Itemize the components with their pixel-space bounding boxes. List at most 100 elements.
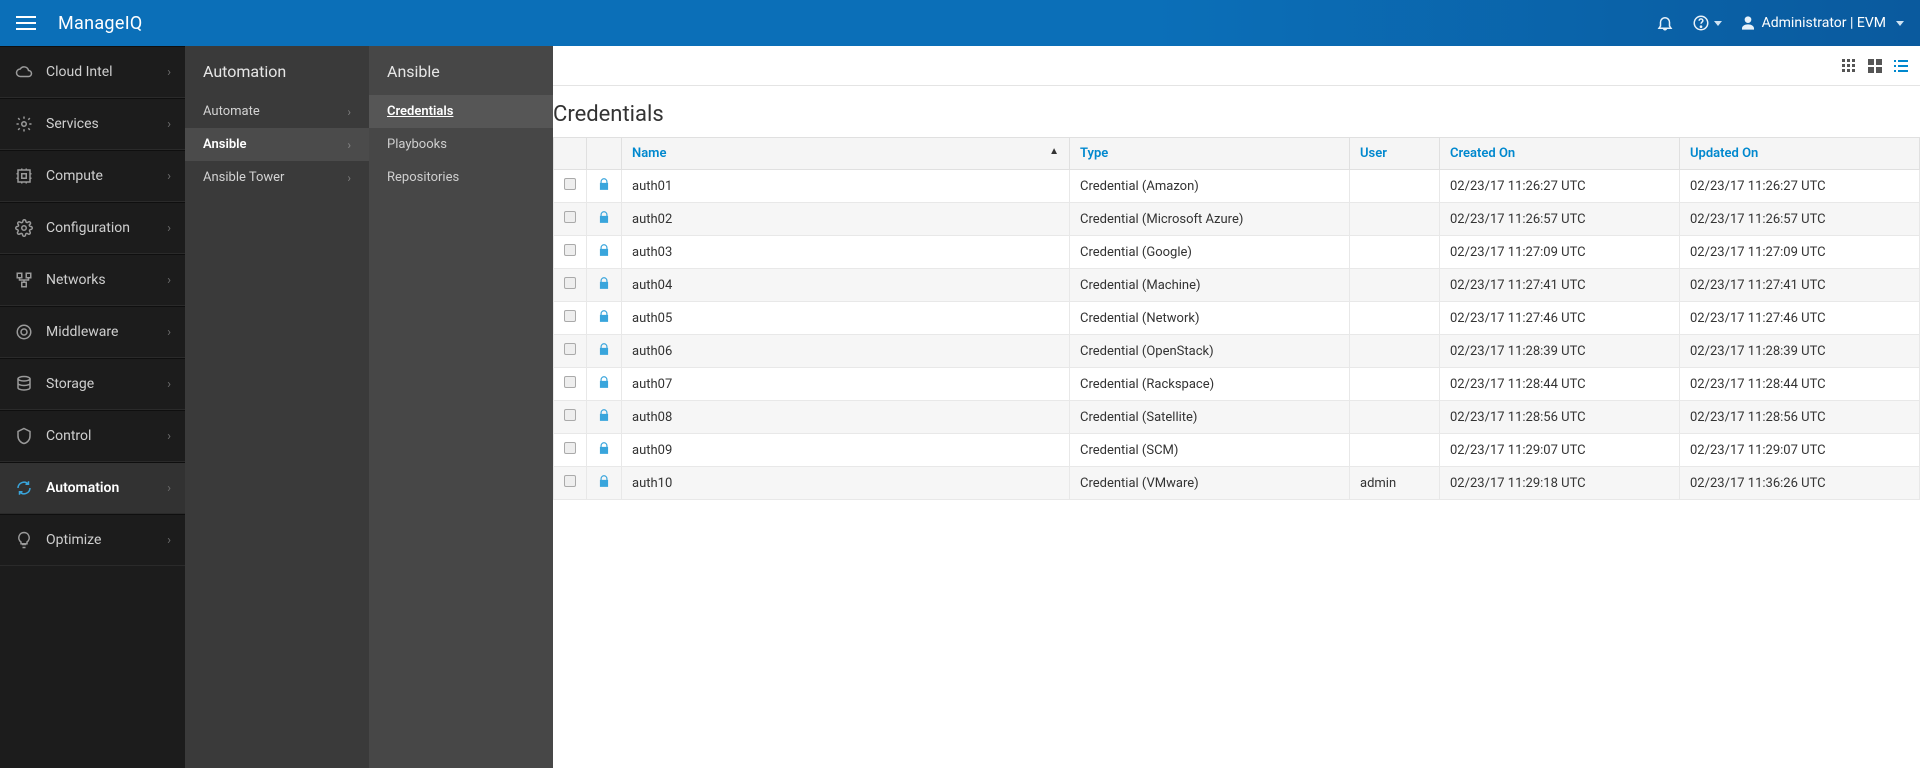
sidebar-item-networks[interactable]: Networks› bbox=[0, 254, 185, 306]
col-updated[interactable]: Updated On bbox=[1680, 138, 1920, 170]
cell-created: 02/23/17 11:28:39 UTC bbox=[1440, 335, 1680, 368]
row-checkbox[interactable] bbox=[564, 442, 576, 454]
chevron-right-icon: › bbox=[347, 138, 351, 152]
sidebar-item-optimize[interactable]: Optimize› bbox=[0, 514, 185, 566]
lock-icon bbox=[587, 203, 622, 236]
help-icon[interactable] bbox=[1692, 14, 1722, 32]
col-select-all[interactable] bbox=[554, 138, 587, 170]
sidebar-item-label: Optimize bbox=[46, 532, 167, 548]
col-name[interactable]: Name▲ bbox=[622, 138, 1070, 170]
table-row[interactable]: auth04Credential (Machine)02/23/17 11:27… bbox=[554, 269, 1920, 302]
col-type[interactable]: Type bbox=[1070, 138, 1350, 170]
table-row[interactable]: auth03Credential (Google)02/23/17 11:27:… bbox=[554, 236, 1920, 269]
cell-created: 02/23/17 11:26:27 UTC bbox=[1440, 170, 1680, 203]
col-user[interactable]: User bbox=[1350, 138, 1440, 170]
lock-icon bbox=[587, 335, 622, 368]
table-row[interactable]: auth01Credential (Amazon)02/23/17 11:26:… bbox=[554, 170, 1920, 203]
table-row[interactable]: auth07Credential (Rackspace)02/23/17 11:… bbox=[554, 368, 1920, 401]
sidebar-item-cloud-intel[interactable]: Cloud Intel› bbox=[0, 46, 185, 98]
lock-icon bbox=[587, 170, 622, 203]
chevron-right-icon: › bbox=[167, 325, 171, 340]
notifications-icon[interactable] bbox=[1656, 14, 1674, 32]
tertiary-item-label: Repositories bbox=[387, 170, 459, 185]
tertiary-item-credentials[interactable]: Credentials bbox=[369, 95, 553, 128]
table-row[interactable]: auth10Credential (VMware)admin02/23/17 1… bbox=[554, 467, 1920, 500]
row-checkbox[interactable] bbox=[564, 343, 576, 355]
sort-asc-icon: ▲ bbox=[1049, 146, 1059, 157]
view-grid-icon[interactable] bbox=[1840, 57, 1858, 75]
col-created[interactable]: Created On bbox=[1440, 138, 1680, 170]
sidebar-item-label: Control bbox=[46, 428, 167, 444]
toolbar bbox=[553, 46, 1920, 86]
cell-updated: 02/23/17 11:27:09 UTC bbox=[1680, 236, 1920, 269]
automation-icon bbox=[14, 478, 34, 498]
table-row[interactable]: auth02Credential (Microsoft Azure)02/23/… bbox=[554, 203, 1920, 236]
row-checkbox[interactable] bbox=[564, 376, 576, 388]
tertiary-title: Ansible bbox=[369, 46, 553, 95]
tertiary-item-label: Playbooks bbox=[387, 137, 447, 152]
lock-icon bbox=[587, 434, 622, 467]
sidebar-item-storage[interactable]: Storage› bbox=[0, 358, 185, 410]
sidebar-item-compute[interactable]: Compute› bbox=[0, 150, 185, 202]
sidebar-item-configuration[interactable]: Configuration› bbox=[0, 202, 185, 254]
cell-type: Credential (Google) bbox=[1070, 236, 1350, 269]
secondary-item-label: Ansible Tower bbox=[203, 170, 347, 185]
lock-icon bbox=[587, 302, 622, 335]
cell-user bbox=[1350, 434, 1440, 467]
menu-toggle[interactable] bbox=[16, 11, 40, 35]
lock-icon bbox=[587, 269, 622, 302]
cell-type: Credential (Rackspace) bbox=[1070, 368, 1350, 401]
row-checkbox[interactable] bbox=[564, 178, 576, 190]
lock-icon bbox=[587, 467, 622, 500]
tertiary-item-repositories[interactable]: Repositories bbox=[369, 161, 553, 194]
table-row[interactable]: auth06Credential (OpenStack)02/23/17 11:… bbox=[554, 335, 1920, 368]
row-checkbox[interactable] bbox=[564, 244, 576, 256]
cell-updated: 02/23/17 11:28:56 UTC bbox=[1680, 401, 1920, 434]
cell-user bbox=[1350, 335, 1440, 368]
sidebar-item-control[interactable]: Control› bbox=[0, 410, 185, 462]
tertiary-item-label: Credentials bbox=[387, 104, 453, 119]
row-checkbox[interactable] bbox=[564, 475, 576, 487]
brand-logo: ManageIQ bbox=[58, 13, 143, 34]
main-content: Credentials Name▲ Type User Created On U… bbox=[553, 46, 1920, 768]
tertiary-item-playbooks[interactable]: Playbooks bbox=[369, 128, 553, 161]
secondary-item-label: Ansible bbox=[203, 137, 347, 152]
chevron-right-icon: › bbox=[167, 377, 171, 392]
sidebar-item-automation[interactable]: Automation› bbox=[0, 462, 185, 514]
cell-name: auth05 bbox=[622, 302, 1070, 335]
sidebar-item-label: Services bbox=[46, 116, 167, 132]
chevron-right-icon: › bbox=[347, 105, 351, 119]
view-list-icon[interactable] bbox=[1892, 57, 1910, 75]
table-row[interactable]: auth09Credential (SCM)02/23/17 11:29:07 … bbox=[554, 434, 1920, 467]
secondary-title: Automation bbox=[185, 46, 369, 95]
secondary-item-label: Automate bbox=[203, 104, 347, 119]
user-menu[interactable]: Administrator | EVM bbox=[1740, 15, 1904, 31]
control-icon bbox=[14, 426, 34, 446]
cell-created: 02/23/17 11:28:44 UTC bbox=[1440, 368, 1680, 401]
storage-icon bbox=[14, 374, 34, 394]
table-row[interactable]: auth08Credential (Satellite)02/23/17 11:… bbox=[554, 401, 1920, 434]
row-checkbox[interactable] bbox=[564, 310, 576, 322]
view-tile-icon[interactable] bbox=[1866, 57, 1884, 75]
lock-icon bbox=[587, 401, 622, 434]
sidebar-item-label: Compute bbox=[46, 168, 167, 184]
sidebar-item-label: Storage bbox=[46, 376, 167, 392]
secondary-item-ansible-tower[interactable]: Ansible Tower› bbox=[185, 161, 369, 194]
row-checkbox[interactable] bbox=[564, 211, 576, 223]
cell-type: Credential (Microsoft Azure) bbox=[1070, 203, 1350, 236]
sidebar-secondary: Automation Automate›Ansible›Ansible Towe… bbox=[185, 46, 369, 768]
secondary-item-ansible[interactable]: Ansible› bbox=[185, 128, 369, 161]
chevron-right-icon: › bbox=[167, 429, 171, 444]
cell-user bbox=[1350, 170, 1440, 203]
sidebar-tertiary: Ansible Credentials Playbooks Repositories bbox=[369, 46, 553, 768]
cell-name: auth10 bbox=[622, 467, 1070, 500]
sidebar-item-middleware[interactable]: Middleware› bbox=[0, 306, 185, 358]
secondary-item-automate[interactable]: Automate› bbox=[185, 95, 369, 128]
row-checkbox[interactable] bbox=[564, 409, 576, 421]
row-checkbox[interactable] bbox=[564, 277, 576, 289]
table-row[interactable]: auth05Credential (Network)02/23/17 11:27… bbox=[554, 302, 1920, 335]
cell-type: Credential (SCM) bbox=[1070, 434, 1350, 467]
cloud-intel-icon bbox=[14, 62, 34, 82]
sidebar-item-services[interactable]: Services› bbox=[0, 98, 185, 150]
networks-icon bbox=[14, 270, 34, 290]
